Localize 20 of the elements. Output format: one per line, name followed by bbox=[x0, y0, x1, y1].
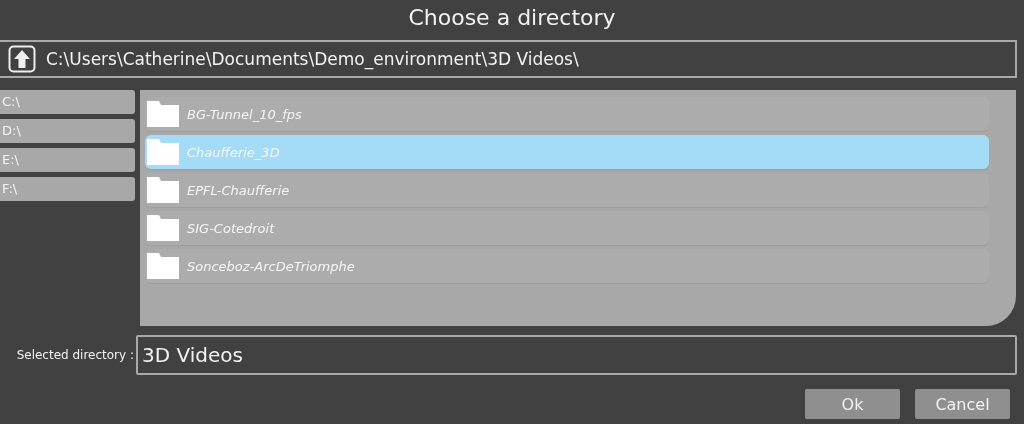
drive-item[interactable]: E:\ bbox=[0, 148, 135, 172]
folder-row[interactable]: Chaufferie_3D bbox=[145, 135, 989, 169]
folder-icon bbox=[147, 215, 179, 241]
selected-directory-field[interactable]: 3D Videos bbox=[136, 335, 1017, 375]
folder-icon bbox=[147, 253, 179, 279]
drive-item[interactable]: C:\ bbox=[0, 90, 135, 114]
drive-item[interactable]: D:\ bbox=[0, 119, 135, 143]
folder-row[interactable]: EPFL-Chaufferie bbox=[145, 173, 989, 207]
cancel-button[interactable]: Cancel bbox=[915, 389, 1010, 419]
folder-icon bbox=[147, 139, 179, 165]
path-text: C:\Users\Catherine\Documents\Demo_environment\3D Videos\ bbox=[46, 49, 579, 69]
drive-item[interactable]: F:\ bbox=[0, 177, 135, 201]
ok-button[interactable]: Ok bbox=[805, 389, 900, 419]
dialog-title: Choose a directory bbox=[407, 4, 617, 32]
folder-icon bbox=[147, 177, 179, 203]
folder-icon bbox=[147, 101, 179, 127]
folder-row[interactable]: BG-Tunnel_10_fps bbox=[145, 97, 989, 131]
folder-row[interactable]: Sonceboz-ArcDeTriomphe bbox=[145, 249, 989, 283]
folder-row[interactable]: SIG-Cotedroit bbox=[145, 211, 989, 245]
selected-directory-label: Selected directory : bbox=[15, 348, 135, 362]
